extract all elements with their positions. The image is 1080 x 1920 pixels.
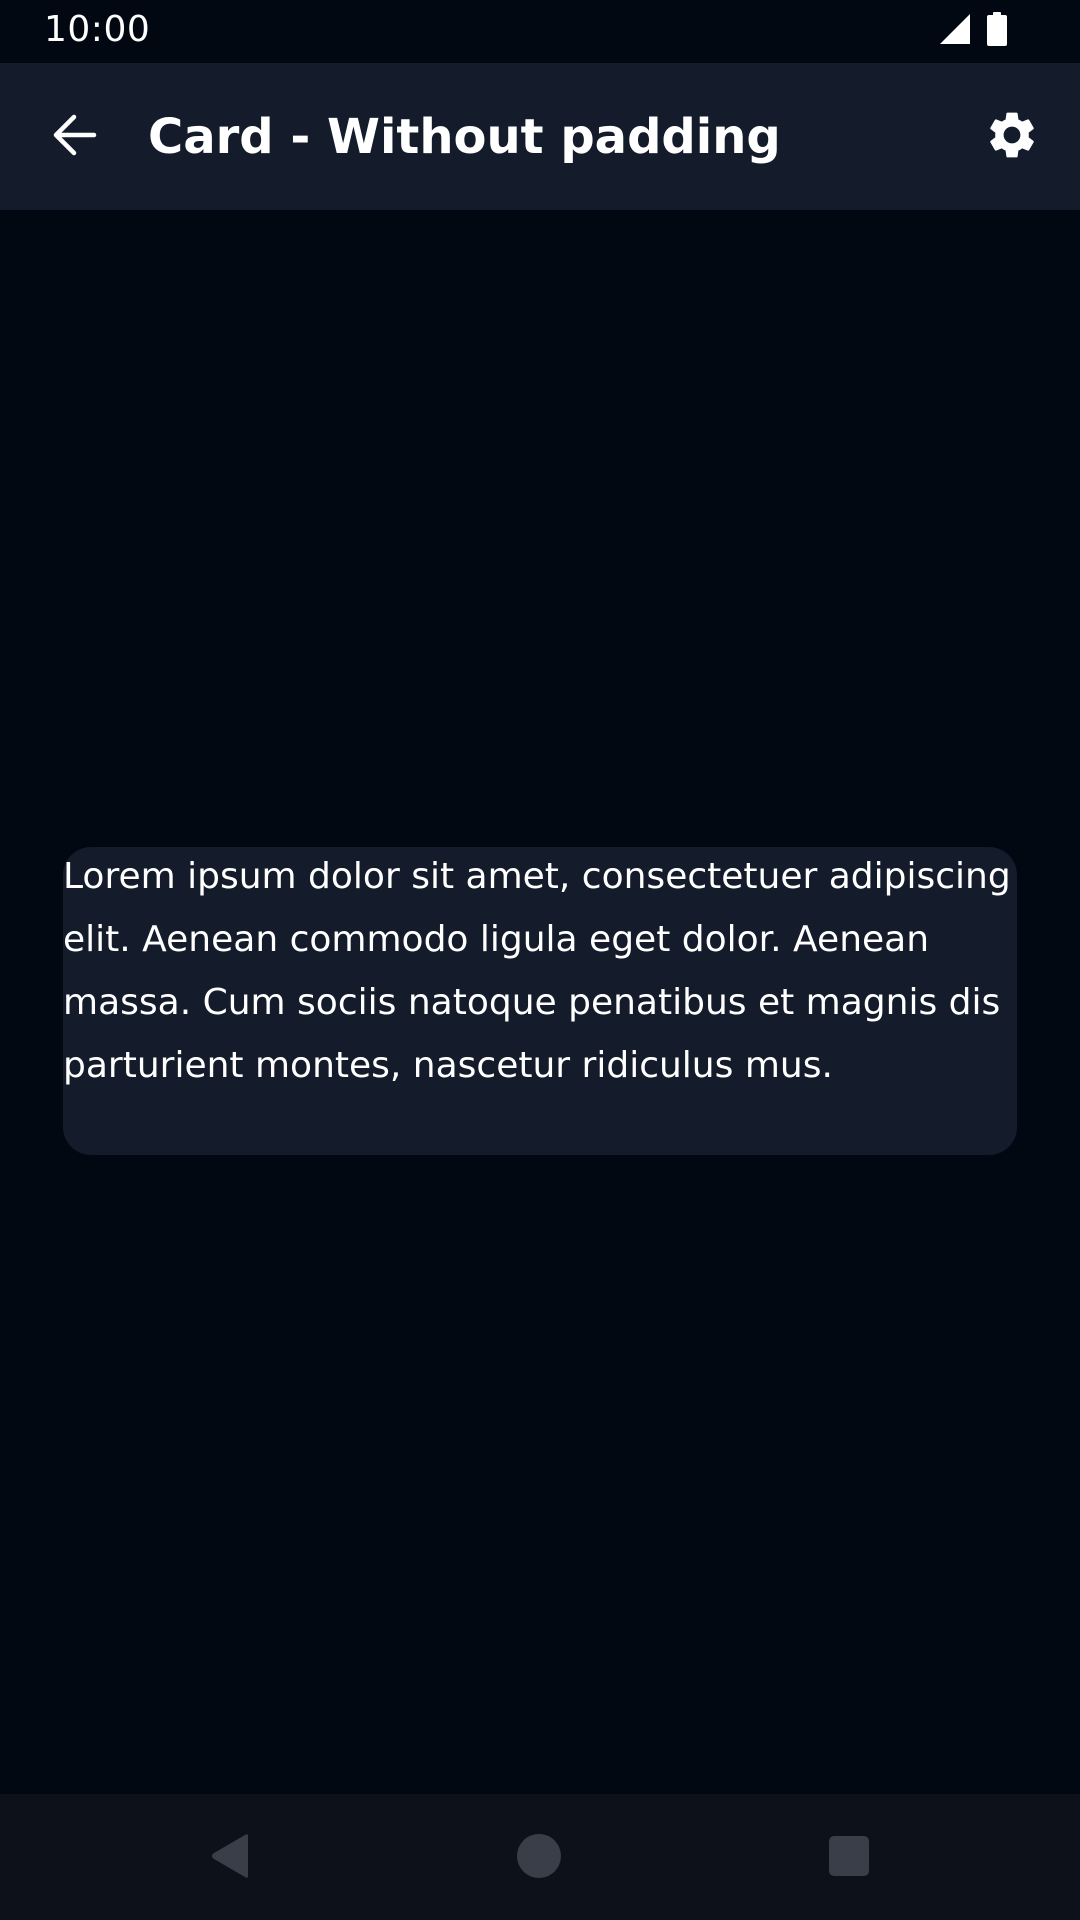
status-icons: [938, 12, 1008, 50]
settings-button[interactable]: [980, 105, 1044, 169]
page-title: Card - Without padding: [148, 109, 781, 165]
status-bar: 10:00: [0, 0, 1080, 63]
card: Lorem ipsum dolor sit amet, consectetuer…: [63, 847, 1017, 1155]
nav-back-icon: [208, 1832, 252, 1884]
navigation-bar: [0, 1794, 1080, 1920]
nav-back-button[interactable]: [200, 1828, 260, 1888]
nav-home-icon: [516, 1833, 562, 1883]
app-bar: Card - Without padding: [0, 63, 1080, 210]
cellular-signal-icon: [938, 12, 972, 50]
back-button[interactable]: [44, 107, 104, 167]
card-body-text: Lorem ipsum dolor sit amet, consectetuer…: [63, 856, 1011, 1086]
nav-recents-button[interactable]: [819, 1828, 879, 1888]
nav-home-button[interactable]: [509, 1828, 569, 1888]
nav-recents-icon: [828, 1835, 870, 1881]
gear-icon: [984, 107, 1040, 167]
arrow-back-icon: [50, 111, 98, 163]
status-time: 10:00: [44, 9, 151, 50]
battery-icon: [986, 12, 1008, 50]
